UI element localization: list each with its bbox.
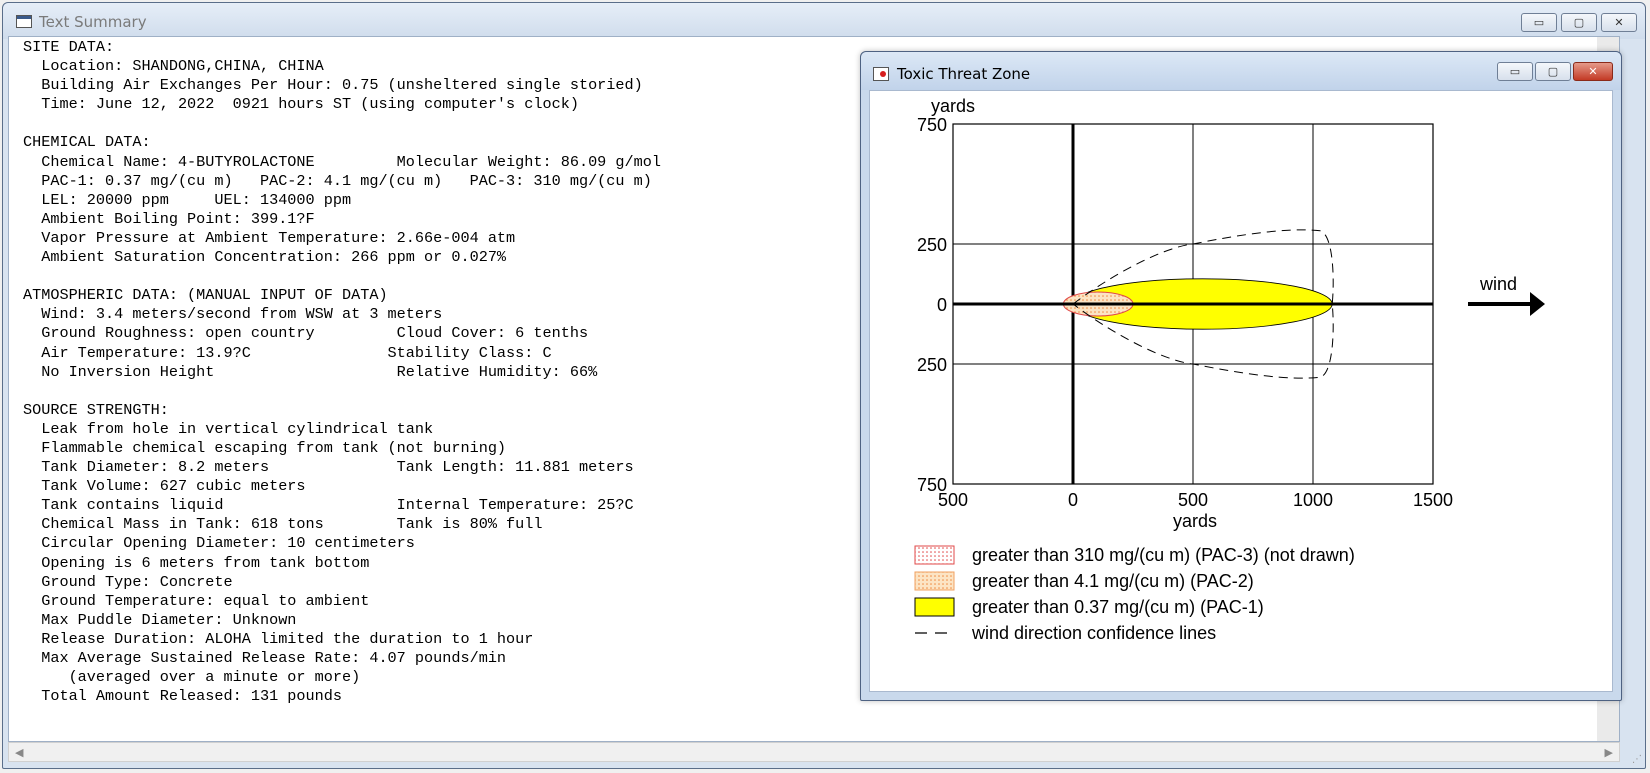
threat-title-bar[interactable]: Toxic Threat Zone ▭ ▢ ✕ [861, 52, 1621, 90]
summary-line: ATMOSPHERIC DATA: (MANUAL INPUT OF DATA) [23, 286, 388, 305]
threat-maximize-button[interactable]: ▢ [1535, 62, 1571, 81]
x-tick-label: 1500 [1413, 490, 1453, 510]
summary-line: CHEMICAL DATA: [23, 133, 151, 152]
maximize-button[interactable]: ▢ [1561, 13, 1597, 32]
window-title: Text Summary [39, 13, 147, 31]
y-tick-label: 0 [937, 295, 947, 315]
summary-line: PAC-1: 0.37 mg/(cu m) PAC-2: 4.1 mg/(cu … [41, 171, 652, 190]
summary-line: No Inversion Height Relative Humidity: 6… [41, 362, 598, 381]
minimize-button[interactable]: ▭ [1521, 13, 1557, 32]
close-button[interactable]: ✕ [1601, 13, 1637, 32]
legend-label: wind direction confidence lines [971, 623, 1216, 643]
summary-line: Ground Temperature: equal to ambient [41, 591, 370, 610]
summary-line: Ground Type: Concrete [41, 572, 233, 591]
threat-window-icon [873, 67, 889, 81]
summary-line: Max Average Sustained Release Rate: 4.07… [41, 649, 507, 667]
x-tick-label: 0 [1068, 490, 1078, 510]
legend-swatch [914, 545, 955, 565]
y-tick-label: 250 [917, 235, 947, 255]
summary-line: Vapor Pressure at Ambient Temperature: 2… [41, 228, 516, 247]
summary-line: Opening is 6 meters from tank bottom [41, 553, 370, 572]
summary-line: LEL: 20000 ppm UEL: 134000 ppm [41, 190, 352, 209]
legend-label: greater than 4.1 mg/(cu m) (PAC-2) [972, 571, 1254, 591]
legend-swatch [914, 571, 955, 591]
summary-line: Release Duration: ALOHA limited the dura… [41, 629, 534, 648]
summary-line: Chemical Mass in Tank: 618 tons Tank is … [41, 515, 543, 534]
summary-line: (averaged over a minute or more) [68, 668, 361, 687]
summary-line: Tank Diameter: 8.2 meters Tank Length: 1… [41, 458, 634, 477]
summary-line: Max Puddle Diameter: Unknown [41, 610, 297, 629]
summary-line: Circular Opening Diameter: 10 centimeter… [41, 534, 415, 553]
summary-line: SITE DATA: [23, 38, 115, 56]
horizontal-scrollbar[interactable]: ◀ ▶ [8, 742, 1620, 762]
threat-window-title: Toxic Threat Zone [897, 65, 1031, 83]
summary-text: SITE DATA: Location: SHANDONG,CHINA, CHI… [23, 38, 661, 706]
legend-label: greater than 0.37 mg/(cu m) (PAC-1) [972, 597, 1264, 617]
resize-grip-icon[interactable]: ⋰ [1632, 754, 1642, 765]
x-axis-unit-label: yards [1173, 511, 1217, 531]
wind-label: wind [1479, 274, 1517, 294]
summary-line: Total Amount Released: 131 pounds [41, 687, 342, 706]
summary-line: Ambient Boiling Point: 399.1?F [41, 209, 315, 228]
scroll-left-icon[interactable]: ◀ [15, 746, 23, 759]
y-tick-label: 250 [917, 355, 947, 375]
y-axis-unit-label: yards [931, 96, 975, 116]
y-tick-label: 750 [917, 115, 947, 135]
summary-line: Leak from hole in vertical cylindrical t… [41, 419, 434, 438]
threat-minimize-button[interactable]: ▭ [1497, 62, 1533, 81]
summary-line: SOURCE STRENGTH: [23, 400, 169, 419]
toxic-threat-zone-window: Toxic Threat Zone ▭ ▢ ✕ 500 0 500 1000 1500 7… [860, 51, 1622, 701]
scroll-right-icon[interactable]: ▶ [1605, 746, 1613, 759]
summary-line: Tank contains liquid Internal Temperatur… [41, 496, 634, 515]
x-tick-label: 500 [1178, 490, 1208, 510]
summary-line: Flammable chemical escaping from tank (n… [41, 438, 507, 457]
summary-line: Air Temperature: 13.9?C Stability Class:… [41, 343, 552, 362]
y-tick-label: 750 [917, 475, 947, 495]
legend-swatch [914, 597, 955, 617]
threat-zone-chart: 500 0 500 1000 15007502500250750yardsyardswi… [914, 96, 1545, 643]
summary-line: Building Air Exchanges Per Hour: 0.75 (u… [41, 76, 643, 95]
title-bar[interactable]: Text Summary ▭ ▢ ✕ [3, 3, 1645, 39]
summary-line: Time: June 12, 2022 0921 hours ST (using… [41, 95, 579, 114]
threat-zone-plot-area: 500 0 500 1000 1500 750 250 0 250 750 yards yards wi… [869, 90, 1613, 692]
summary-line: Ambient Saturation Concentration: 266 pp… [41, 248, 507, 267]
app-icon [16, 15, 32, 28]
summary-line: Wind: 3.4 meters/second from WSW at 3 me… [41, 305, 443, 324]
summary-line: Location: SHANDONG,CHINA, CHINA [41, 57, 324, 76]
legend-label: greater than 310 mg/(cu m) (PAC-3) (not … [972, 545, 1355, 565]
threat-close-button[interactable]: ✕ [1573, 62, 1613, 81]
wind-arrow-icon [1530, 292, 1545, 316]
x-tick-label: 1000 [1293, 490, 1333, 510]
summary-line: Ground Roughness: open country Cloud Cov… [41, 324, 589, 343]
summary-line: Chemical Name: 4-BUTYROLACTONE Molecular… [41, 152, 661, 171]
summary-line: Tank Volume: 627 cubic meters [41, 477, 306, 496]
